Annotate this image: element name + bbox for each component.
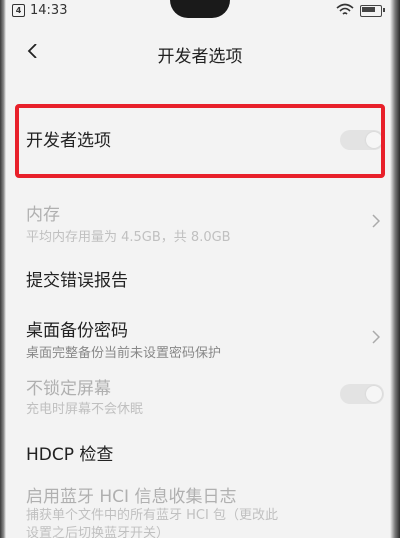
stay-awake-row[interactable]: 不锁定屏幕 充电时屏幕不会休眠 (0, 372, 400, 422)
camera-notch (170, 0, 230, 18)
bezel-left (0, 0, 6, 538)
row-subtitle-2: 设置之后切换蓝牙开关） (26, 526, 170, 538)
desktop-backup-password-row[interactable]: 桌面备份密码 桌面完整备份当前未设置密码保护 (0, 314, 400, 368)
page-title: 开发者选项 (157, 47, 243, 67)
status-time: 14:33 (30, 3, 68, 18)
hdcp-check-row[interactable]: HDCP 检查 (0, 438, 400, 470)
row-subtitle: 捕获单个文件中的所有蓝牙 HCI 包（更改此 (26, 508, 278, 523)
wifi-icon (336, 3, 354, 15)
stay-awake-toggle[interactable] (340, 384, 384, 404)
bug-report-row[interactable]: 提交错误报告 (0, 262, 400, 294)
row-title: 内存 (26, 205, 60, 225)
memory-row[interactable]: 内存 平均内存用量为 4.5GB，共 8.0GB (0, 196, 400, 250)
row-subtitle: 充电时屏幕不会休眠 (26, 402, 144, 417)
screen: 4 14:33 开发者选项 开发者选项 内存 平均内存用量为 4.5GB，共 8… (0, 0, 400, 538)
highlight-box (15, 104, 385, 178)
row-title: HDCP 检查 (26, 445, 114, 465)
row-title: 提交错误报告 (26, 271, 128, 291)
row-title: 桌面备份密码 (26, 321, 128, 341)
header: 开发者选项 (0, 28, 400, 78)
chevron-right-icon (372, 214, 380, 228)
row-title: 不锁定屏幕 (26, 379, 111, 399)
chevron-right-icon (372, 330, 380, 344)
row-subtitle: 平均内存用量为 4.5GB，共 8.0GB (26, 230, 231, 245)
bluetooth-hci-log-row[interactable]: 启用蓝牙 HCI 信息收集日志 捕获单个文件中的所有蓝牙 HCI 包（更改此 设… (0, 480, 400, 538)
sim-icon: 4 (12, 4, 25, 17)
battery-icon (360, 5, 385, 17)
row-subtitle: 桌面完整备份当前未设置密码保护 (26, 346, 222, 361)
bezel-right (390, 0, 400, 538)
